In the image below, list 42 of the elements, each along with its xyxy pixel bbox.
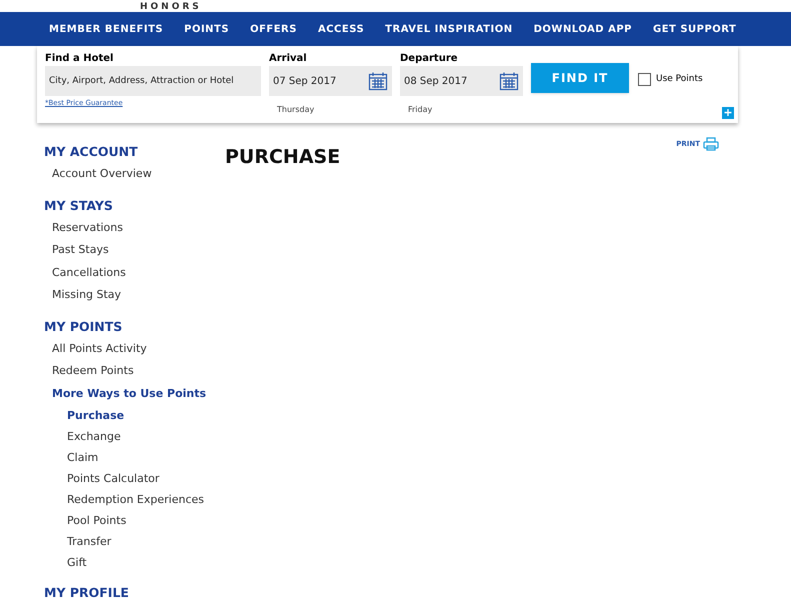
sidebar-link[interactable]: Missing Stay	[52, 287, 225, 310]
sidebar-link[interactable]: All Points Activity	[52, 340, 225, 363]
nav-link[interactable]: ACCESS	[318, 22, 364, 36]
sidebar-link[interactable]: Transfer	[52, 534, 225, 555]
date-label: Arrival	[269, 52, 308, 66]
sidebar-link[interactable]: Claim	[52, 450, 225, 471]
sidebar-link[interactable]: Past Stays	[52, 242, 225, 264]
weekday-text: Friday	[407, 104, 434, 116]
hotel-search-field[interactable]: City, Airport, Address, Attraction or Hotel	[45, 66, 261, 96]
nav-link[interactable]: DOWNLOAD APP	[534, 22, 632, 36]
sidebar-heading: MY ACCOUNT	[44, 143, 139, 161]
sidebar-heading: MY STAYS	[44, 196, 114, 214]
sidebar-link[interactable]: Cancellations	[52, 264, 225, 287]
date-field[interactable]: 08 Sep 2017	[400, 66, 523, 96]
sidebar-link[interactable]: Reservations	[52, 220, 225, 242]
sidebar-heading: MY PROFILE	[44, 584, 130, 600]
use-points-checkbox[interactable]	[638, 73, 651, 86]
sidebar-link[interactable]: Exchange	[52, 429, 225, 450]
calendar-icon[interactable]	[368, 71, 388, 91]
nav-link[interactable]: GET SUPPORT	[652, 22, 736, 36]
sidebar-link[interactable]: Points Calculator	[52, 471, 225, 492]
sidebar-link[interactable]: Pool Points	[52, 513, 225, 534]
sidebar-link[interactable]: Redeem Points	[52, 363, 225, 386]
nav-link[interactable]: POINTS	[184, 22, 230, 36]
weekday-text: Thursday	[276, 104, 316, 116]
date-label: Departure	[400, 52, 459, 66]
sidebar-link[interactable]: Redemption Experiences	[52, 492, 225, 513]
sidebar-heading: MY POINTS	[44, 318, 124, 336]
sidebar-link[interactable]: Gift	[52, 555, 225, 576]
nav-link[interactable]: MEMBER BENEFITS	[49, 22, 164, 36]
sidebar-link[interactable]: Purchase	[52, 408, 225, 429]
printer-icon	[703, 137, 719, 151]
page-title: PURCHASE	[225, 145, 340, 170]
nav-link[interactable]: TRAVEL INSPIRATION	[385, 22, 513, 36]
field-label: Find a Hotel	[45, 52, 114, 66]
logo-text: HONORS	[140, 2, 202, 12]
sidebar-link[interactable]: Account Overview	[52, 166, 225, 188]
sidebar-link[interactable]: More Ways to Use Points	[52, 386, 225, 408]
checkbox-label: Use Points	[656, 73, 703, 86]
calendar-icon[interactable]	[499, 71, 519, 91]
nav-link[interactable]: OFFERS	[250, 22, 297, 36]
date-field[interactable]: 07 Sep 2017	[269, 66, 392, 96]
